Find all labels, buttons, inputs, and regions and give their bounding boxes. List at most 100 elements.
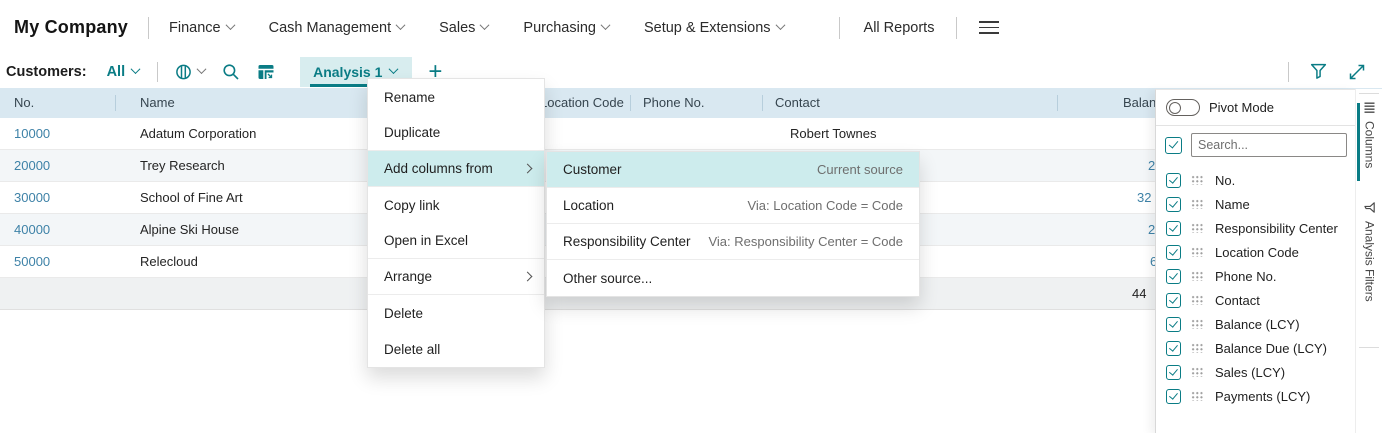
menu-item-rename[interactable]: Rename bbox=[368, 79, 544, 115]
menu-item-label: Delete all bbox=[384, 341, 441, 357]
expand-icon[interactable] bbox=[1348, 63, 1366, 81]
tab-analysis-filters[interactable]: Analysis Filters bbox=[1356, 201, 1382, 331]
column-divider[interactable] bbox=[762, 95, 763, 111]
column-item-responsibility-center[interactable]: Responsibility Center bbox=[1156, 216, 1355, 240]
hamburger-icon[interactable] bbox=[979, 20, 1000, 35]
checkbox-checked-icon[interactable] bbox=[1166, 172, 1181, 188]
column-item-phone-no[interactable]: Phone No. bbox=[1156, 264, 1355, 288]
checkbox-checked-icon[interactable] bbox=[1166, 268, 1181, 284]
analyze-button[interactable] bbox=[257, 63, 275, 81]
column-item-location-code[interactable]: Location Code bbox=[1156, 240, 1355, 264]
menu-item-label: Duplicate bbox=[384, 125, 441, 140]
checkbox-checked-icon[interactable] bbox=[1166, 196, 1181, 212]
submenu-item-responsibility-center[interactable]: Responsibility Center Via: Responsibility… bbox=[547, 224, 919, 260]
submenu-item-customer[interactable]: Customer Current source bbox=[547, 152, 919, 188]
tab-context-menu: Rename Duplicate Add columns from Copy l… bbox=[367, 78, 545, 368]
menu-item-add-columns-from[interactable]: Add columns from bbox=[368, 151, 544, 187]
checkbox-checked-icon[interactable] bbox=[1166, 364, 1181, 380]
menu-item-label: Delete bbox=[384, 305, 424, 321]
analyze-icon bbox=[258, 64, 274, 79]
submenu-item-label: Other source... bbox=[563, 270, 653, 286]
view-filter-dropdown[interactable]: All bbox=[107, 63, 141, 80]
drag-handle-icon[interactable] bbox=[1191, 367, 1204, 377]
customer-no-link[interactable]: 30000 bbox=[14, 182, 50, 213]
column-item-payments-lcy[interactable]: Payments (LCY) bbox=[1156, 384, 1355, 408]
nav-item-label: Cash Management bbox=[268, 19, 392, 36]
column-divider[interactable] bbox=[115, 95, 116, 111]
drag-handle-icon[interactable] bbox=[1191, 271, 1204, 281]
nav-item-purchasing[interactable]: Purchasing bbox=[523, 20, 611, 36]
column-search-input[interactable] bbox=[1191, 133, 1347, 157]
column-header-name[interactable]: Name bbox=[140, 88, 175, 118]
chevron-down-icon bbox=[388, 63, 399, 74]
checkbox-checked-icon[interactable] bbox=[1166, 244, 1181, 260]
nav-item-sales[interactable]: Sales bbox=[439, 19, 490, 36]
filter-icon[interactable] bbox=[1309, 62, 1328, 81]
tab-columns[interactable]: Columns bbox=[1356, 101, 1382, 183]
customer-no-link[interactable]: 50000 bbox=[14, 246, 50, 277]
column-item-label: Contact bbox=[1215, 292, 1260, 308]
nav-item-finance[interactable]: Finance bbox=[169, 20, 236, 36]
menu-item-open-in-excel[interactable]: Open in Excel bbox=[368, 223, 544, 259]
menu-item-delete[interactable]: Delete bbox=[368, 295, 544, 331]
menu-item-arrange[interactable]: Arrange bbox=[368, 259, 544, 295]
drag-handle-icon[interactable] bbox=[1191, 175, 1204, 185]
customer-no-link[interactable]: 20000 bbox=[14, 150, 50, 181]
submenu-item-label: Responsibility Center bbox=[563, 234, 691, 249]
submenu-item-location[interactable]: Location Via: Location Code = Code bbox=[547, 188, 919, 224]
customer-no-link[interactable]: 40000 bbox=[14, 214, 50, 245]
checkbox-checked-icon[interactable] bbox=[1166, 292, 1181, 308]
column-item-label: Name bbox=[1215, 196, 1250, 212]
drag-handle-icon[interactable] bbox=[1191, 199, 1204, 209]
column-item-balance-lcy[interactable]: Balance (LCY) bbox=[1156, 312, 1355, 336]
column-header-location-code[interactable]: Location Code bbox=[540, 88, 624, 118]
divider bbox=[1359, 93, 1379, 94]
drag-handle-icon[interactable] bbox=[1191, 343, 1204, 353]
nav-item-setup-extensions[interactable]: Setup & Extensions bbox=[644, 19, 785, 36]
chevron-down-icon bbox=[130, 63, 141, 74]
column-divider[interactable] bbox=[630, 95, 631, 111]
menu-item-copy-link[interactable]: Copy link bbox=[368, 187, 544, 223]
column-header-phone-no[interactable]: Phone No. bbox=[643, 88, 704, 118]
column-item-no[interactable]: No. bbox=[1156, 168, 1355, 192]
drag-handle-icon[interactable] bbox=[1191, 295, 1204, 305]
column-item-label: Location Code bbox=[1215, 244, 1299, 260]
customer-name: Relecloud bbox=[140, 254, 198, 269]
company-name[interactable]: My Company bbox=[14, 17, 128, 38]
search-button[interactable] bbox=[222, 63, 240, 81]
column-list: No. Name Responsibility Center Location … bbox=[1156, 164, 1355, 408]
drag-handle-icon[interactable] bbox=[1191, 391, 1204, 401]
menu-item-label: Add columns from bbox=[384, 161, 493, 176]
customer-balance[interactable]: 32 bbox=[1137, 182, 1151, 213]
drag-handle-icon[interactable] bbox=[1191, 319, 1204, 329]
column-header-contact[interactable]: Contact bbox=[775, 88, 820, 118]
customer-name: Adatum Corporation bbox=[140, 126, 257, 141]
search-icon bbox=[223, 63, 239, 80]
column-item-name[interactable]: Name bbox=[1156, 192, 1355, 216]
column-item-balance-due-lcy[interactable]: Balance Due (LCY) bbox=[1156, 336, 1355, 360]
checkbox-checked-icon[interactable] bbox=[1166, 388, 1181, 404]
chevron-down-icon bbox=[775, 19, 785, 30]
checkbox-checked-icon[interactable] bbox=[1166, 316, 1181, 332]
column-item-sales-lcy[interactable]: Sales (LCY) bbox=[1156, 360, 1355, 384]
saved-views-dropdown[interactable] bbox=[174, 63, 207, 81]
checkbox-checked-icon[interactable] bbox=[1166, 340, 1181, 356]
nav-item-all-reports[interactable]: All Reports bbox=[864, 20, 935, 36]
pivot-mode-toggle[interactable] bbox=[1166, 99, 1200, 116]
tab-label: Columns bbox=[1362, 121, 1377, 169]
column-item-contact[interactable]: Contact bbox=[1156, 288, 1355, 312]
checkbox-checked-icon[interactable] bbox=[1166, 220, 1181, 236]
select-all-checkbox[interactable] bbox=[1165, 136, 1182, 154]
customer-no-link[interactable]: 10000 bbox=[14, 118, 50, 149]
pivot-mode-row: Pivot Mode bbox=[1156, 90, 1355, 126]
drag-handle-icon[interactable] bbox=[1191, 247, 1204, 257]
nav-item-cash-management[interactable]: Cash Management bbox=[268, 19, 406, 36]
drag-handle-icon[interactable] bbox=[1191, 223, 1204, 233]
column-header-no[interactable]: No. bbox=[14, 88, 34, 118]
submenu-item-other-source[interactable]: Other source... bbox=[547, 260, 919, 296]
nav-item-label: Sales bbox=[439, 19, 476, 36]
menu-item-delete-all[interactable]: Delete all bbox=[368, 331, 544, 367]
menu-item-label: Open in Excel bbox=[384, 233, 469, 248]
column-divider[interactable] bbox=[1057, 95, 1058, 111]
menu-item-duplicate[interactable]: Duplicate bbox=[368, 115, 544, 151]
